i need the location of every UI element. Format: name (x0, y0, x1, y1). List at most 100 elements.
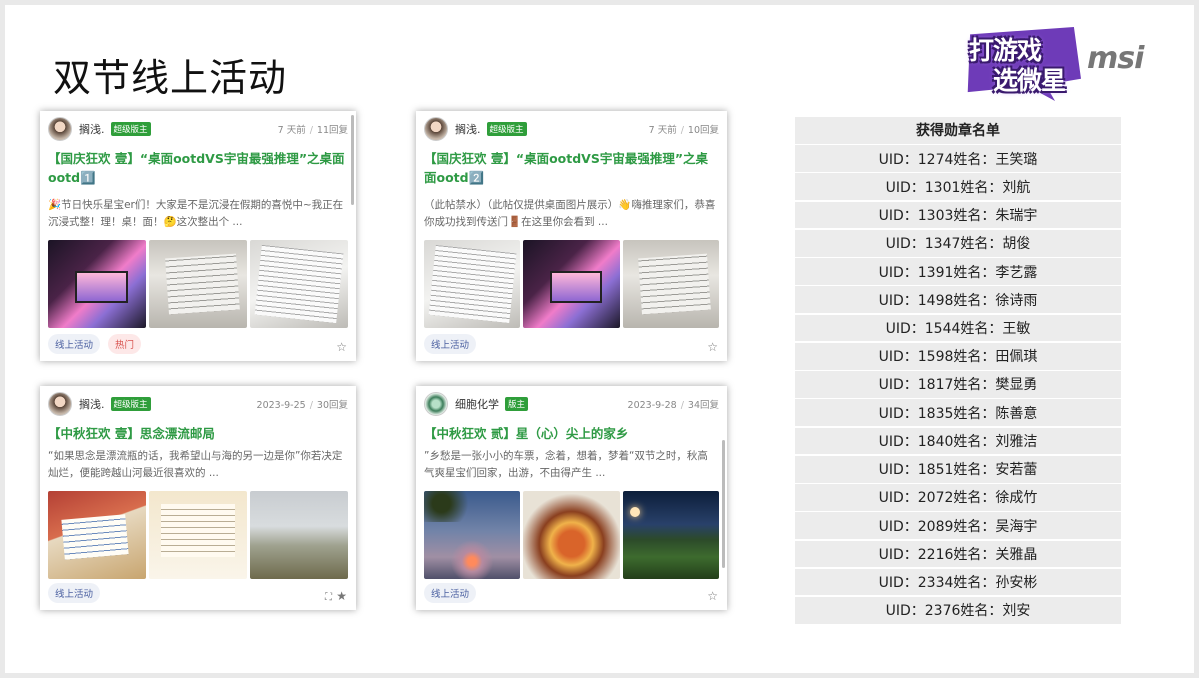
role-badge: 版主 (505, 397, 529, 411)
slide: 双节线上活动 打游戏 选微星 msi 搁浅. 超级版主 7 天前/11回复 【国… (5, 5, 1194, 673)
award-row: UID：1851姓名：安若蕾 (795, 455, 1121, 483)
post-images (48, 240, 348, 328)
meta-separator: / (309, 125, 313, 136)
role-badge: 超级版主 (110, 122, 151, 136)
scrollbar[interactable] (351, 115, 354, 205)
post-title[interactable]: 【中秋狂欢 壹】思念漂流邮局 (48, 424, 346, 443)
post-time: 7 天前 (277, 125, 306, 136)
post-images (424, 240, 719, 328)
gift-icon[interactable]: ⛶ (325, 592, 332, 603)
award-row: UID：1544姓名：王敏 (795, 314, 1121, 342)
post-meta: 2023-9-25/30回复 (257, 397, 348, 411)
award-row: UID：2216姓名：关雅晶 (795, 540, 1121, 568)
award-row: UID：1303姓名：朱瑞宇 (795, 201, 1121, 229)
game-logo-line2: 选微星 (993, 66, 1066, 95)
post-meta: 2023-9-28/34回复 (628, 397, 719, 411)
reply-count: 11回复 (316, 125, 348, 136)
username[interactable]: 搁浅. (79, 121, 105, 137)
post-header: 搁浅. 超级版主 2023-9-25/30回复 (48, 392, 348, 416)
post-excerpt: “如果思念是漂流瓶的话，我希望山与海的另一边是你”你若决定灿烂，便能跨越山河最近… (48, 450, 343, 479)
post-meta: 7 天前/11回复 (278, 122, 348, 136)
award-row: UID：1301姓名：刘航 (795, 173, 1121, 201)
post-meta: 7 天前/10回复 (649, 122, 719, 136)
post-card-2[interactable]: 搁浅. 超级版主 7 天前/10回复 【国庆狂欢 壹】“桌面ootdVS宇宙最强… (416, 111, 727, 361)
award-row: UID：1817姓名：樊显勇 (795, 371, 1121, 398)
post-excerpt: 🎉节日快乐星宝er们！大家是不是沉浸在假期的喜悦中~我正在沉浸式整！理！桌！面！… (48, 199, 344, 228)
post-image[interactable] (48, 240, 146, 328)
post-tags: 线上活动 (424, 583, 477, 603)
post-image[interactable] (424, 240, 521, 328)
post-title[interactable]: 【中秋狂欢 贰】星（心）尖上的家乡 (424, 424, 717, 443)
game-logo: 打游戏 选微星 (963, 27, 1081, 101)
reply-count: 30回复 (316, 400, 348, 411)
post-image[interactable] (250, 240, 348, 328)
username[interactable]: 搁浅. (79, 396, 105, 412)
post-images (48, 491, 348, 579)
role-badge: 超级版主 (486, 122, 527, 136)
avatar[interactable] (424, 392, 448, 416)
avatar[interactable] (48, 117, 72, 141)
award-row: UID：1835姓名：陈善意 (795, 399, 1121, 427)
favorite-star-icon[interactable]: ☆ (336, 340, 347, 354)
post-card-1[interactable]: 搁浅. 超级版主 7 天前/11回复 【国庆狂欢 壹】“桌面ootdVS宇宙最强… (40, 111, 356, 361)
favorite-star-filled-icon[interactable]: ★ (336, 589, 347, 603)
post-image[interactable] (250, 491, 348, 579)
post-time: 7 天前 (648, 125, 677, 136)
avatar[interactable] (48, 392, 72, 416)
award-list-table: 获得勋章名单 UID：1274姓名：王笑璐 UID：1301姓名：刘航 UID：… (795, 117, 1121, 625)
tag-online-activity[interactable]: 线上活动 (48, 583, 101, 603)
tag-online-activity[interactable]: 线上活动 (424, 583, 477, 603)
post-title[interactable]: 【国庆狂欢 壹】“桌面ootdVS宇宙最强推理”之桌面ootd1️⃣ (48, 149, 346, 187)
post-image[interactable] (424, 491, 521, 579)
award-row: UID：2089姓名：吴海宇 (795, 512, 1121, 539)
post-tags: 线上活动 热门 (48, 334, 142, 354)
post-excerpt: ”乡愁是一张小小的车票，念着，想着，梦着“双节之时，秋高气爽星宝们回家，出游，不… (424, 450, 708, 479)
meta-separator: / (680, 400, 684, 411)
avatar[interactable] (424, 117, 448, 141)
post-image[interactable] (622, 491, 719, 579)
tag-online-activity[interactable]: 线上活动 (424, 334, 477, 354)
favorite-star-icon[interactable]: ☆ (707, 340, 718, 354)
post-title[interactable]: 【国庆狂欢 壹】“桌面ootdVS宇宙最强推理”之桌面ootd2️⃣ (424, 149, 717, 187)
post-tags: 线上活动 (48, 583, 101, 603)
scrollbar[interactable] (722, 440, 725, 568)
post-card-3[interactable]: 搁浅. 超级版主 2023-9-25/30回复 【中秋狂欢 壹】思念漂流邮局 “… (40, 386, 356, 610)
post-image[interactable] (149, 491, 247, 579)
post-card-4[interactable]: 细胞化学 版主 2023-9-28/34回复 【中秋狂欢 贰】星（心）尖上的家乡… (416, 386, 727, 610)
post-images (424, 491, 719, 579)
post-excerpt: （此帖禁水）（此帖仅提供桌面图片展示）👋嗨推理家们，恭喜你成功找到传送门🚪在这里… (424, 199, 716, 228)
award-row: UID：1598姓名：田佩琪 (795, 342, 1121, 370)
username[interactable]: 细胞化学 (455, 396, 499, 412)
post-image[interactable] (149, 240, 247, 328)
award-row: UID：1274姓名：王笑璐 (795, 145, 1121, 172)
award-row: UID：2334姓名：孙安彬 (795, 568, 1121, 596)
post-image[interactable] (523, 240, 620, 328)
tag-hot[interactable]: 热门 (108, 334, 142, 354)
post-image[interactable] (48, 491, 146, 579)
award-row: UID：1498姓名：徐诗雨 (795, 286, 1121, 314)
favorite-star-icon[interactable]: ☆ (707, 589, 718, 603)
post-time: 2023-9-25 (256, 400, 306, 411)
post-time: 2023-9-28 (627, 400, 677, 411)
tag-online-activity[interactable]: 线上活动 (48, 334, 101, 354)
post-header: 搁浅. 超级版主 7 天前/11回复 (48, 117, 348, 141)
post-header: 搁浅. 超级版主 7 天前/10回复 (424, 117, 719, 141)
post-tags: 线上活动 (424, 334, 477, 354)
award-list-header: 获得勋章名单 (795, 117, 1121, 144)
post-image[interactable] (523, 491, 620, 579)
reply-count: 10回复 (687, 125, 719, 136)
reply-count: 34回复 (687, 400, 719, 411)
slide-title: 双节线上活动 (53, 56, 288, 100)
award-row: UID：1840姓名：刘雅洁 (795, 427, 1121, 455)
meta-separator: / (309, 400, 313, 411)
award-row: UID：1391姓名：李艺露 (795, 258, 1121, 285)
meta-separator: / (680, 125, 684, 136)
award-row: UID：2376姓名：刘安 (795, 596, 1121, 624)
award-row: UID：1347姓名：胡俊 (795, 229, 1121, 257)
msi-logo: msi (1087, 41, 1144, 76)
role-badge: 超级版主 (110, 397, 151, 411)
post-header: 细胞化学 版主 2023-9-28/34回复 (424, 392, 719, 416)
post-image[interactable] (622, 240, 719, 328)
award-row: UID：2072姓名：徐成竹 (795, 484, 1121, 511)
username[interactable]: 搁浅. (455, 121, 481, 137)
